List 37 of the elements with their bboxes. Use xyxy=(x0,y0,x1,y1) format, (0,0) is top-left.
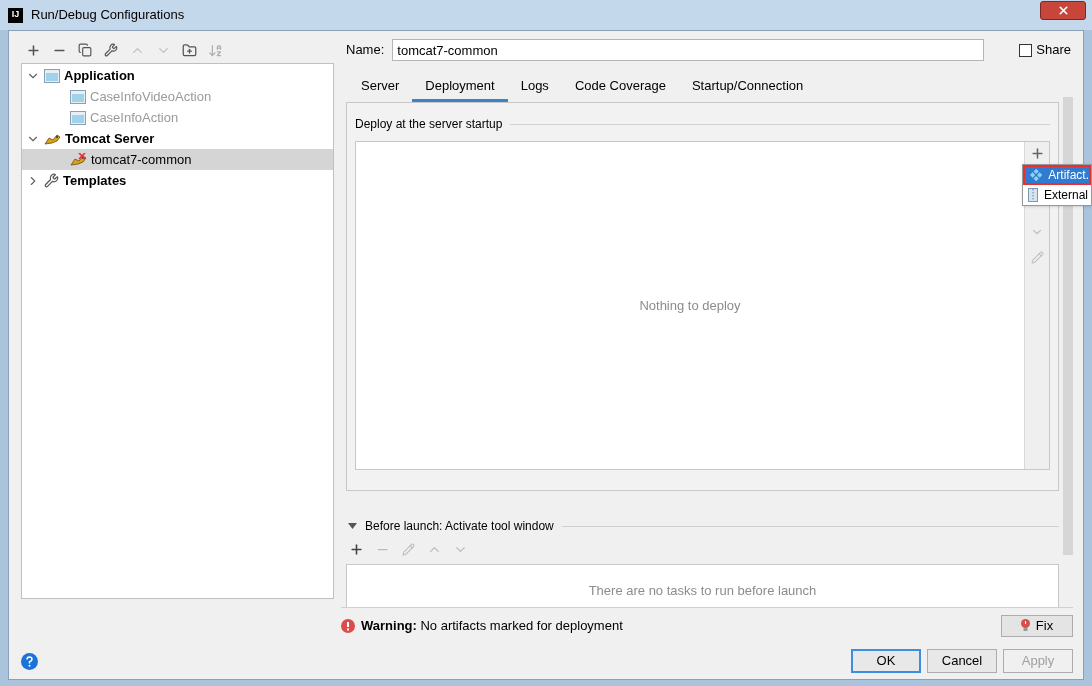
empty-message: Nothing to deploy xyxy=(639,296,741,315)
share-label[interactable]: Share xyxy=(1036,40,1071,60)
dialog-button[interactable]: Cancel xyxy=(927,649,997,673)
tab[interactable]: Logs xyxy=(507,73,562,102)
add-icon[interactable] xyxy=(1029,146,1045,161)
window-icon xyxy=(44,68,60,83)
help-icon[interactable] xyxy=(21,652,38,670)
section-title: Before launch: Activate tool window xyxy=(365,518,554,535)
tab[interactable]: Startup/Connection xyxy=(678,73,817,102)
share-checkbox[interactable] xyxy=(1019,43,1033,57)
warning-message: Warning: No artifacts marked for deployment xyxy=(361,616,623,635)
archive-icon xyxy=(1028,188,1038,202)
tree-item[interactable]: Templates xyxy=(22,170,333,191)
diamond-icon xyxy=(1030,168,1043,182)
fix-button[interactable]: Fix xyxy=(1001,614,1073,637)
window-title: Run/Debug Configurations xyxy=(31,6,185,25)
menu-item[interactable]: External xyxy=(1023,185,1091,205)
dialog-button[interactable]: OK xyxy=(851,649,921,673)
tree-item[interactable]: Tomcat Server xyxy=(22,128,333,149)
window-icon xyxy=(70,110,86,125)
tab[interactable]: Server xyxy=(348,73,413,102)
window-icon xyxy=(70,89,86,104)
menu-item[interactable]: Artifact. xyxy=(1023,165,1091,185)
name-field[interactable]: tomcat7-common xyxy=(392,39,985,61)
section-title: Deploy at the server startup xyxy=(355,116,503,133)
app-logo: IJ xyxy=(8,7,23,23)
tree-item[interactable]: tomcat7-common xyxy=(22,149,333,170)
collapse-triangle-icon[interactable] xyxy=(348,523,357,529)
tab[interactable]: Code Coverage xyxy=(561,73,679,102)
close-icon xyxy=(1056,4,1070,17)
empty-message: There are no tasks to run before launch xyxy=(588,582,817,600)
close-button[interactable] xyxy=(1040,1,1086,20)
error-icon xyxy=(341,618,355,633)
tree-item[interactable]: Application xyxy=(22,65,333,86)
warning-bulb-icon xyxy=(1020,619,1030,632)
name-label: Name: xyxy=(346,41,385,60)
wrench-icon xyxy=(44,173,59,188)
